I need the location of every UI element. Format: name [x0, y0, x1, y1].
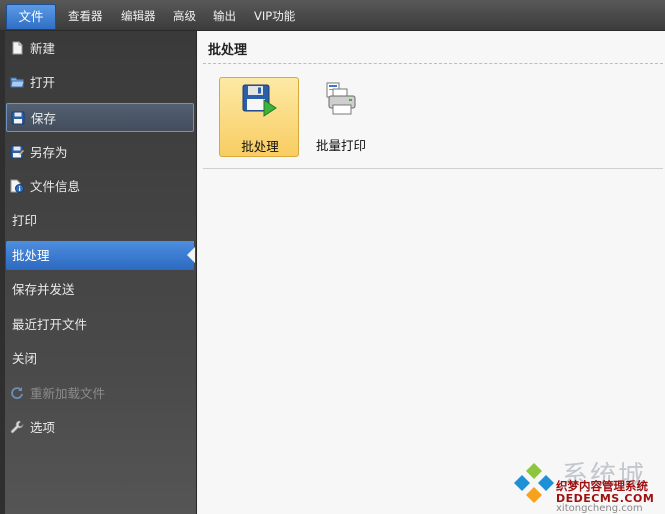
batch-process-label: 批处理	[241, 139, 279, 154]
sidebar-item-recent-files[interactable]: 最近打开文件	[6, 310, 194, 339]
sidebar-item-label: 打开	[30, 75, 56, 90]
menu-vip[interactable]: VIP功能	[254, 6, 295, 26]
sidebar-item-save-as[interactable]: 另存为	[6, 138, 194, 167]
selection-notch	[187, 247, 195, 263]
sidebar-item-save[interactable]: 保存	[6, 103, 194, 132]
watermark-line3: xitongcheng.com	[556, 503, 643, 514]
sidebar-edge	[0, 31, 5, 514]
sidebar-item-label: 选项	[30, 420, 56, 435]
reload-icon	[11, 387, 23, 399]
sidebar-item-open[interactable]: 打开	[6, 68, 194, 97]
sidebar-item-label: 批处理	[12, 248, 50, 263]
batch-save-icon	[242, 84, 277, 117]
file-info-icon	[10, 179, 24, 193]
floppy-disk-icon	[11, 111, 25, 125]
watermark: 系统城 织梦内容管理系统 DEDECMS.COM xitongcheng.com	[508, 455, 665, 514]
sidebar-item-label: 打印	[12, 213, 38, 228]
sidebar-item-label: 重新加载文件	[30, 386, 106, 401]
sidebar-item-label: 最近打开文件	[12, 317, 88, 332]
sidebar-item-options[interactable]: 选项	[6, 413, 194, 442]
sidebar-item-label: 新建	[30, 41, 56, 56]
sidebar-item-label: 保存并发送	[12, 282, 75, 297]
sidebar-item-save-and-send[interactable]: 保存并发送	[6, 275, 194, 304]
sidebar-item-file-info[interactable]: 文件信息	[6, 172, 194, 201]
menu-output[interactable]: 输出	[213, 6, 236, 26]
menu-editor[interactable]: 编辑器	[121, 6, 156, 26]
batch-print-icon	[326, 82, 356, 115]
wrench-icon	[10, 420, 24, 434]
sidebar-item-new[interactable]: 新建	[6, 34, 194, 63]
sidebar-item-close[interactable]: 关闭	[6, 344, 194, 373]
menu-advanced[interactable]: 高级	[173, 6, 196, 26]
main-panel: 批处理 批处理 批量打印	[198, 31, 665, 514]
batch-print-label: 批量打印	[315, 138, 366, 153]
menu-bar: 文件 查看器 编辑器 高级 输出 VIP功能	[0, 0, 665, 31]
title-divider	[203, 63, 663, 64]
sidebar-item-label: 文件信息	[30, 179, 81, 194]
menu-viewer[interactable]: 查看器	[68, 6, 103, 26]
sidebar-item-reload: 重新加载文件	[6, 379, 194, 408]
sidebar-item-label: 保存	[31, 111, 57, 126]
sidebar-item-batch[interactable]: 批处理	[6, 241, 195, 270]
batch-print-button[interactable]: 批量打印	[301, 77, 381, 157]
open-folder-icon	[10, 77, 24, 88]
watermark-logo-icon	[514, 463, 554, 503]
save-as-icon	[10, 145, 24, 159]
sidebar-item-label: 关闭	[12, 351, 38, 366]
backstage-sidebar: 新建 打开 保存 另存为 文件信息 打印 批处理 保存并发送 最近打开文件 关闭…	[0, 31, 197, 514]
new-document-icon	[12, 41, 23, 55]
menu-file[interactable]: 文件	[6, 4, 56, 29]
page-title: 批处理	[208, 43, 248, 58]
batch-process-button[interactable]: 批处理	[219, 77, 299, 157]
content-divider	[203, 168, 663, 169]
sidebar-item-label: 另存为	[30, 145, 68, 160]
sidebar-item-print[interactable]: 打印	[6, 206, 194, 235]
